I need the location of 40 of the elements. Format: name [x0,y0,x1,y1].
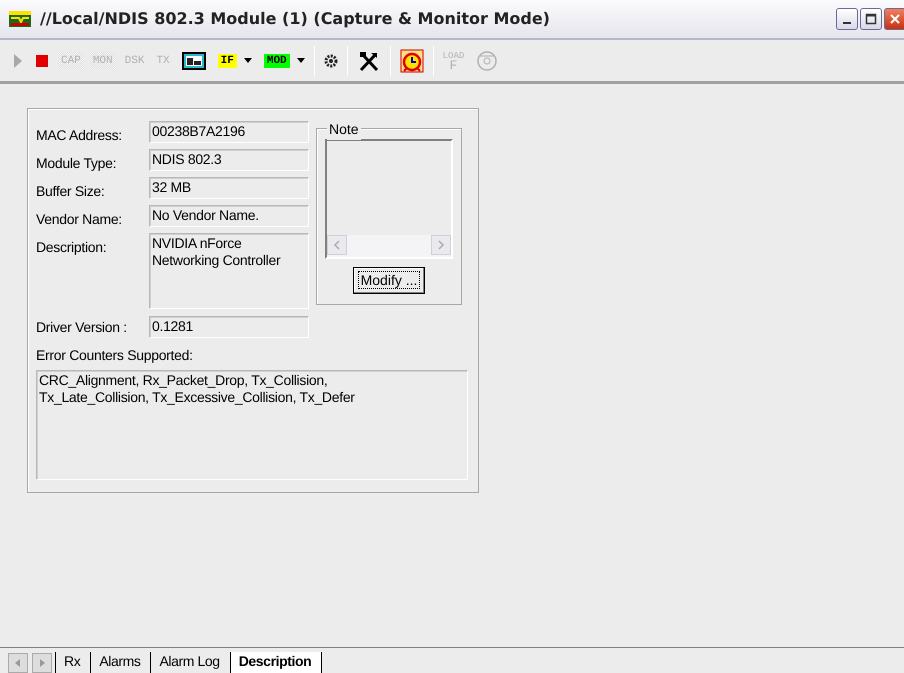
driver-version-field[interactable]: 0.1281 [149,316,309,338]
minimize-icon [843,22,851,24]
stop-icon [35,54,49,68]
network-card-icon [8,8,32,30]
play-icon [13,52,23,68]
caret-icon [296,58,305,63]
field-label: Vendor Name: [36,210,123,228]
minimize-button[interactable] [836,8,858,30]
error-counters-field[interactable]: CRC_Alignment, Rx_Packet_Drop, Tx_Collision, Tx_Late_Collision, Tx_Excessive_Collision, Tx_Defer [36,370,468,480]
alarm-clock-icon [400,48,424,72]
field-label: MAC Address: [36,126,123,144]
gear-icon [324,54,338,68]
caret-icon [244,58,252,63]
field-value[interactable]: 32 MB [149,177,309,199]
field-value[interactable]: No Vendor Name. [149,205,309,227]
modify-button[interactable]: Modify ... [352,267,426,294]
field-label: Buffer Size: [36,182,106,200]
close-icon [888,13,900,25]
field-label: Module Type: [36,154,118,173]
toolbar-dropdown[interactable]: MOD [260,52,308,70]
field-label: Description: [36,238,108,257]
note-box[interactable] [325,139,453,259]
field-value[interactable]: NDIS 802.3 [149,149,309,171]
field-label: Error Counters Supported: [36,346,194,365]
sheet-tab[interactable]: Alarms [90,652,150,673]
window-title: //Local/NDIS 802.3 Module (1) (Capture & Monitor Mode) [40,8,550,30]
close-button[interactable] [884,8,904,30]
sheet-tab[interactable]: Description [230,652,322,673]
maximize-icon [865,13,877,25]
field-label: Driver Version : [36,318,128,336]
field-value[interactable]: 00238B7A2196 [149,121,309,143]
maximize-button[interactable] [860,8,882,30]
tab-scroll-right-button[interactable] [32,653,52,673]
sheet-tab[interactable]: Rx [55,652,90,673]
left-arrow-icon [14,658,22,668]
field-value[interactable]: NVIDIA nForce Networking Controller [149,233,309,309]
disk-icon [476,50,498,72]
toolbar-dropdown[interactable]: IF [214,52,255,70]
right-arrow-icon [38,658,46,668]
display-icon [182,52,206,70]
